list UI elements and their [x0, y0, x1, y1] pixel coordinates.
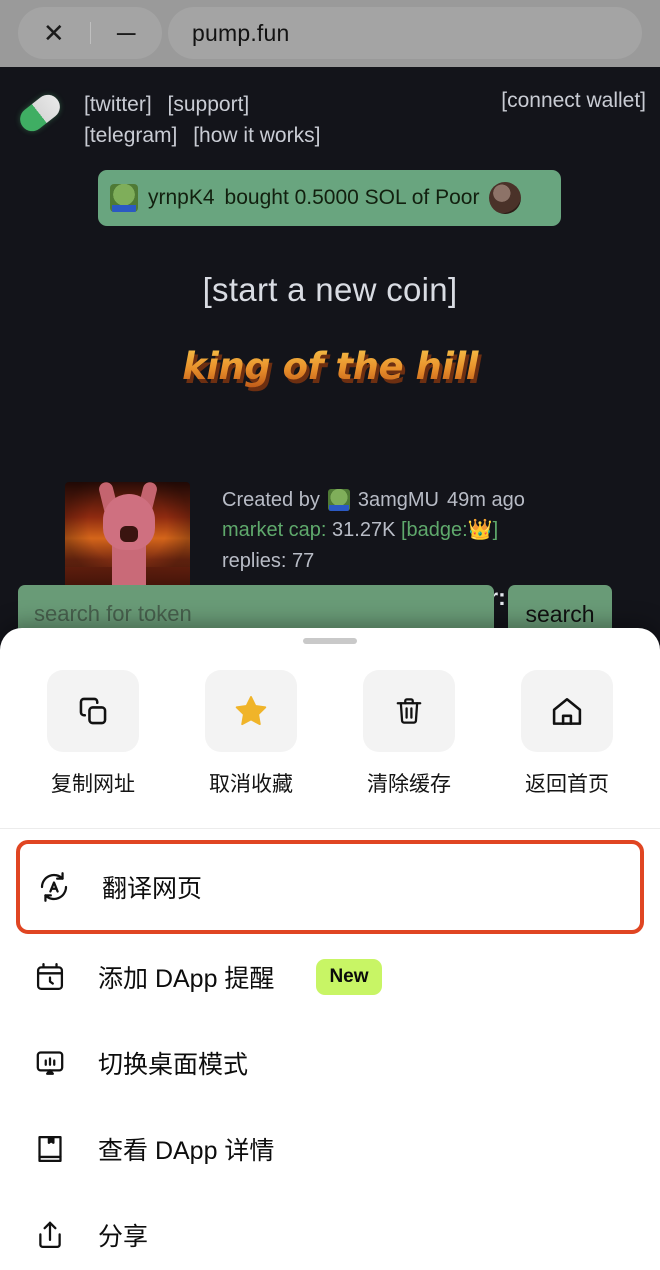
sheet-drag-handle[interactable] [303, 638, 357, 644]
menu-item-label: 添加 DApp 提醒 [98, 965, 275, 993]
status-badge: New [316, 959, 382, 995]
quick-actions-row: 复制网址 取消收藏 清除缓存 返回首页 [0, 670, 660, 798]
toast-user: yrnpK4 [148, 186, 215, 209]
recent-trade-toast[interactable]: yrnpK4 bought 0.5000 SOL of Poor [98, 170, 561, 226]
menu-item-add-dapp-reminder[interactable]: 添加 DApp 提醒 New [0, 934, 660, 1020]
nav-link-support[interactable]: [support] [168, 93, 250, 116]
coin-replies: replies: 77 [222, 550, 315, 572]
sheet-divider [0, 828, 660, 829]
nav-link-telegram[interactable]: [telegram] [84, 124, 177, 147]
home-icon [521, 670, 613, 752]
menu-item-translate-page[interactable]: 翻译网页 [16, 840, 644, 934]
coin-age: 49m ago [446, 489, 525, 511]
address-bar[interactable]: pump.fun [168, 7, 642, 59]
menu-item-label: 切换桌面模式 [98, 1051, 249, 1079]
star-filled-icon [205, 670, 297, 752]
created-by-label: Created by [222, 489, 320, 511]
badge-close: ] [492, 519, 499, 541]
calendar-clock-icon [30, 960, 70, 994]
quick-action-unfavorite[interactable]: 取消收藏 [186, 670, 316, 798]
menu-item-label: 分享 [98, 1223, 149, 1251]
market-cap-value: 31.27K [332, 519, 396, 541]
quick-action-label: 返回首页 [525, 773, 609, 796]
screen: ✕ ─ pump.fun [twitter] [support] [telegr… [0, 0, 660, 1270]
browser-top-bar: ✕ ─ pump.fun [0, 0, 660, 67]
quick-action-label: 清除缓存 [367, 773, 451, 796]
close-icon[interactable]: ✕ [18, 7, 90, 59]
nav-link-twitter[interactable]: [twitter] [84, 93, 152, 116]
featured-coin-card[interactable]: Created by 3amgMU 49m ago market cap: 31… [0, 417, 660, 610]
pepe-avatar [110, 184, 138, 212]
crown-icon: 👑 [467, 519, 493, 541]
menu-item-desktop-mode[interactable]: 切换桌面模式 [0, 1020, 660, 1106]
minimize-icon[interactable]: ─ [91, 7, 163, 59]
quick-action-label: 复制网址 [51, 773, 135, 796]
site-nav: [twitter] [support] [telegram] [how it w… [0, 81, 660, 155]
king-of-the-hill-heading: king of the hill [0, 345, 660, 388]
menu-item-share[interactable]: 分享 [0, 1192, 660, 1270]
nav-link-how-it-works[interactable]: [how it works] [193, 124, 320, 147]
sheet-menu: 翻译网页 添加 DApp 提醒 New 切换桌面模式 查看 DApp 详情 分享 [0, 840, 660, 1270]
menu-item-dapp-details[interactable]: 查看 DApp 详情 [0, 1106, 660, 1192]
start-new-coin-link[interactable]: [start a new coin] [0, 271, 660, 309]
toast-text: bought 0.5000 SOL of Poor [224, 186, 480, 209]
nav-links: [twitter] [support] [telegram] [how it w… [84, 89, 484, 151]
quick-action-clear-cache[interactable]: 清除缓存 [344, 670, 474, 798]
badge-open: [badge: [401, 519, 468, 541]
quick-action-copy-url[interactable]: 复制网址 [28, 670, 158, 798]
share-icon [30, 1218, 70, 1252]
desktop-mode-icon [30, 1046, 70, 1080]
menu-item-label: 查看 DApp 详情 [98, 1137, 275, 1165]
menu-item-label: 翻译网页 [102, 875, 203, 903]
translate-icon [34, 869, 74, 905]
market-cap-label: market cap: [222, 519, 327, 541]
creator-name[interactable]: 3amgMU [358, 485, 439, 515]
quick-action-label: 取消收藏 [209, 773, 293, 796]
pill-capsule-logo [14, 89, 65, 141]
copy-icon [47, 670, 139, 752]
page-title: pump.fun [192, 19, 290, 46]
quick-action-home[interactable]: 返回首页 [502, 670, 632, 798]
connect-wallet-link[interactable]: [connect wallet] [501, 89, 646, 113]
window-controls: ✕ ─ [18, 7, 162, 59]
trash-icon [363, 670, 455, 752]
creator-avatar [327, 489, 350, 511]
bottom-sheet: 复制网址 取消收藏 清除缓存 返回首页 翻译网页 添加 DApp 提醒 New … [0, 628, 660, 1270]
coin-thumbnail [489, 182, 522, 214]
book-icon [30, 1132, 70, 1166]
